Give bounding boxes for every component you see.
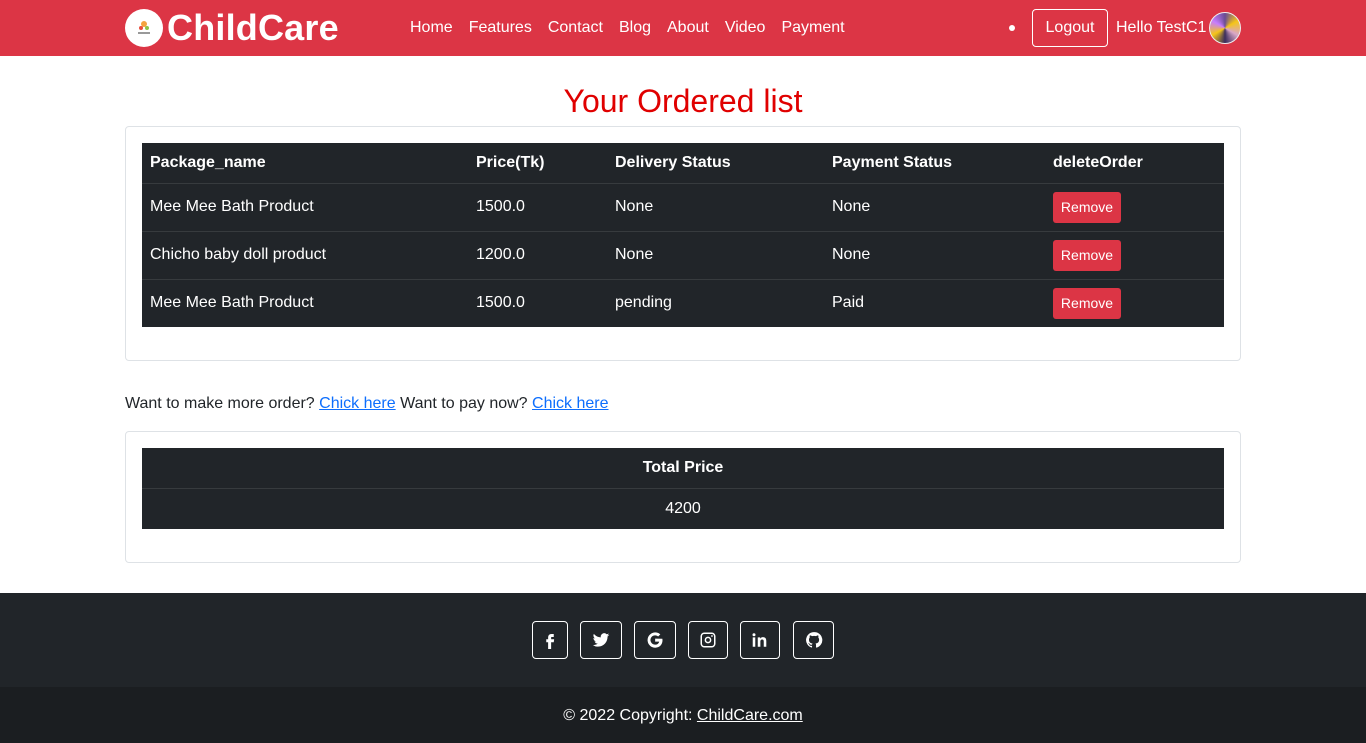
nav-link-video[interactable]: Video xyxy=(717,19,774,37)
twitter-icon[interactable] xyxy=(580,621,622,659)
column-header-total: Total Price xyxy=(642,458,724,476)
navbar: ChildCare Home Features Contact Blog Abo… xyxy=(0,0,1366,56)
column-header-payment: Payment Status xyxy=(832,153,953,171)
table-row: Chicho baby doll product 1200.0 None Non… xyxy=(142,230,1224,279)
pay-prompt: Want to pay now? xyxy=(400,395,528,412)
page-title: Your Ordered list xyxy=(563,83,803,119)
cell-price: 1200.0 xyxy=(468,230,607,279)
cell-package: Chicho baby doll product xyxy=(142,230,468,279)
user-greeting: Hello TestC1 xyxy=(1116,19,1207,36)
copyright-link[interactable]: ChildCare.com xyxy=(697,707,803,724)
logout-button[interactable]: Logout xyxy=(1032,9,1108,47)
table-header-row: Package_name Price(Tk) Delivery Status P… xyxy=(142,143,1224,183)
nav-link-home[interactable]: Home xyxy=(402,19,461,37)
order-prompt: Want to make more order? xyxy=(125,395,315,412)
table-row: Mee Mee Bath Product 1500.0 pending Paid… xyxy=(142,278,1224,327)
cell-package: Mee Mee Bath Product xyxy=(142,182,468,231)
pay-now-link[interactable]: Chick here xyxy=(532,395,608,412)
column-header-price: Price(Tk) xyxy=(476,153,545,171)
more-actions-line: Want to make more order? Chick here Want… xyxy=(125,393,609,415)
remove-button[interactable]: Remove xyxy=(1053,287,1121,319)
cell-delivery: None xyxy=(607,230,824,279)
column-header-delivery: Delivery Status xyxy=(615,153,731,171)
nav-link-about[interactable]: About xyxy=(659,19,717,37)
nav-link-blog[interactable]: Blog xyxy=(611,19,659,37)
github-icon[interactable] xyxy=(793,621,834,659)
avatar[interactable] xyxy=(1209,12,1241,44)
table-header-row: Total Price xyxy=(142,448,1224,488)
brand-name: ChildCare xyxy=(167,7,339,48)
cell-action: Remove xyxy=(1045,182,1224,231)
linkedin-icon[interactable] xyxy=(740,621,780,659)
nav-link-contact[interactable]: Contact xyxy=(540,19,611,37)
table-row: 4200 xyxy=(142,487,1224,529)
cell-price: 1500.0 xyxy=(468,278,607,327)
cell-package: Mee Mee Bath Product xyxy=(142,278,468,327)
cell-action: Remove xyxy=(1045,278,1224,327)
nav-link-features[interactable]: Features xyxy=(461,19,540,37)
cell-price: 1500.0 xyxy=(468,182,607,231)
copyright-bar: © 2022 Copyright: ChildCare.com xyxy=(0,687,1366,743)
nav-links: Home Features Contact Blog About Video P… xyxy=(402,0,853,56)
remove-button[interactable]: Remove xyxy=(1053,191,1121,223)
footer: © 2022 Copyright: ChildCare.com xyxy=(0,593,1366,743)
cell-delivery: None xyxy=(607,182,824,231)
orders-card: Package_name Price(Tk) Delivery Status P… xyxy=(125,126,1241,361)
total-card: Total Price 4200 xyxy=(125,431,1241,563)
orders-table: Package_name Price(Tk) Delivery Status P… xyxy=(142,143,1224,327)
cell-action: Remove xyxy=(1045,230,1224,279)
brand-logo-icon xyxy=(125,9,163,47)
cell-payment: Paid xyxy=(824,278,1045,327)
column-header-delete: deleteOrder xyxy=(1053,153,1143,171)
more-order-link[interactable]: Chick here xyxy=(319,395,395,412)
instagram-icon[interactable] xyxy=(688,621,728,659)
facebook-icon[interactable] xyxy=(532,621,568,659)
remove-button[interactable]: Remove xyxy=(1053,239,1121,271)
nav-link-payment[interactable]: Payment xyxy=(773,19,852,37)
cell-delivery: pending xyxy=(607,278,824,327)
total-price-value: 4200 xyxy=(142,487,1224,529)
cell-payment: None xyxy=(824,230,1045,279)
table-row: Mee Mee Bath Product 1500.0 None None Re… xyxy=(142,182,1224,231)
google-icon[interactable] xyxy=(634,621,676,659)
brand[interactable]: ChildCare xyxy=(125,9,339,47)
total-table: Total Price 4200 xyxy=(142,448,1224,529)
cell-payment: None xyxy=(824,182,1045,231)
column-header-package: Package_name xyxy=(150,153,266,171)
nav-dot-icon xyxy=(1009,25,1015,31)
copyright-text: © 2022 Copyright: xyxy=(563,707,693,724)
